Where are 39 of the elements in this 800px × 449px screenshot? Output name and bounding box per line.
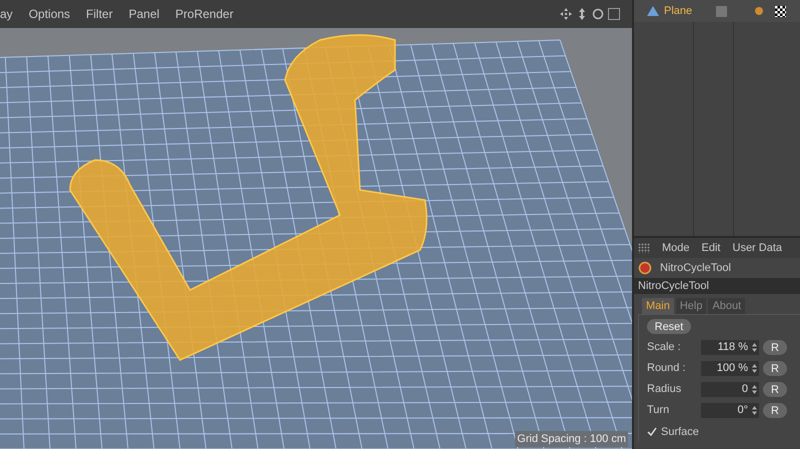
menu-item[interactable]: Options <box>28 5 70 23</box>
tool-title-bar: NitroCycleTool <box>634 278 800 294</box>
arrows-icon[interactable] <box>576 8 588 20</box>
number-field[interactable]: 100 % <box>701 361 759 376</box>
tool-name: NitroCycleTool <box>660 260 731 276</box>
tab[interactable]: Main <box>642 298 674 314</box>
checkbox[interactable] <box>647 427 657 438</box>
grid-icon <box>638 243 650 253</box>
field-label: Radius <box>647 382 682 398</box>
plane-icon <box>646 5 660 17</box>
field-label: Round : <box>647 361 687 376</box>
reset-value-button[interactable]: R <box>763 382 787 397</box>
field-label: Turn <box>647 403 670 418</box>
reset-button[interactable]: Reset <box>647 319 691 334</box>
checker-icon[interactable] <box>775 6 786 16</box>
stepper-icon[interactable] <box>752 385 757 394</box>
stepper-icon[interactable] <box>752 364 757 373</box>
tool-icon <box>638 261 652 275</box>
window-icon[interactable] <box>608 8 620 20</box>
grid-spacing-label: Grid Spacing : 100 cm <box>515 430 628 447</box>
reset-value-button[interactable]: R <box>763 403 787 418</box>
stepper-icon[interactable] <box>752 406 757 415</box>
checkbox-label: Surface <box>661 425 699 440</box>
number-field[interactable]: 118 % <box>701 340 759 355</box>
menu-item[interactable]: User Data <box>732 240 782 256</box>
number-field[interactable]: 0° <box>701 403 759 418</box>
menu-item[interactable]: Mode <box>662 240 690 256</box>
number-field[interactable]: 0 <box>701 382 759 397</box>
reset-value-button[interactable]: R <box>763 340 787 355</box>
menu-item[interactable]: ay <box>0 5 13 23</box>
field-label: Scale : <box>647 340 682 356</box>
stepper-icon[interactable] <box>752 343 757 352</box>
menu-item[interactable]: Filter <box>86 5 113 23</box>
rotate-icon[interactable] <box>592 8 604 20</box>
reset-value-button[interactable]: R <box>763 361 787 376</box>
menu-item[interactable]: Edit <box>702 240 720 256</box>
menu-item[interactable]: Panel <box>128 5 160 23</box>
menu-item[interactable]: ProRender <box>175 5 234 23</box>
move-icon[interactable] <box>560 8 572 20</box>
